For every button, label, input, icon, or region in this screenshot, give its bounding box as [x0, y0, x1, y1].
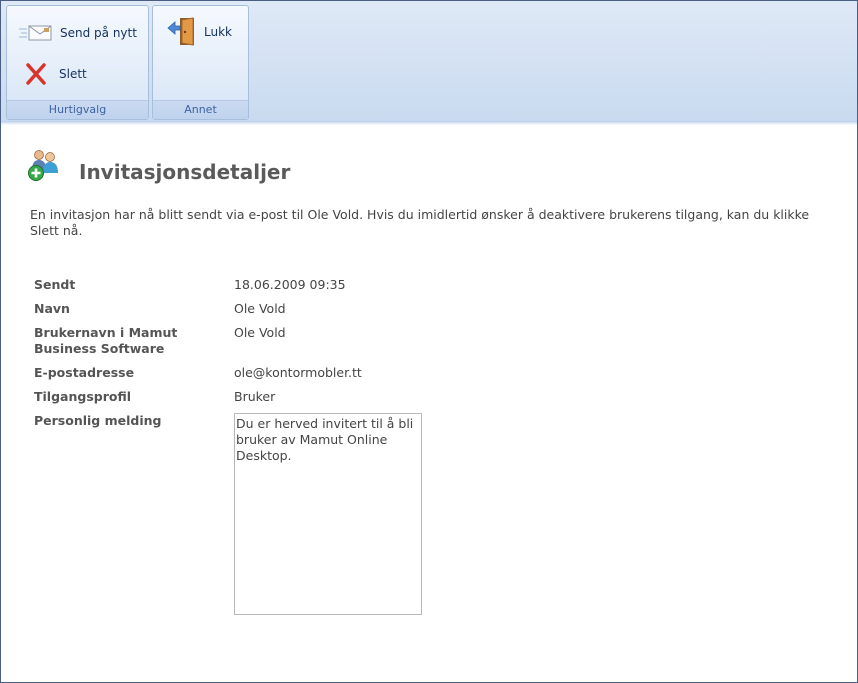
name-value: Ole Vold	[234, 301, 286, 316]
email-label: E-postadresse	[34, 365, 135, 380]
message-label: Personlig melding	[34, 413, 162, 428]
delete-button[interactable]: Slett	[24, 62, 87, 86]
ribbon-group-annet: Lukk Annet	[152, 5, 249, 120]
resend-button-label: Send på nytt	[60, 26, 137, 40]
red-x-icon	[24, 62, 48, 86]
ribbon-toolbar: Send på nytt Slett Hurtigvalg Lukk Annet	[1, 1, 857, 125]
username-value: Ole Vold	[234, 325, 286, 340]
close-button-label: Lukk	[204, 25, 232, 39]
group-label-annet: Annet	[153, 100, 248, 119]
door-exit-icon	[166, 16, 198, 48]
username-label: Brukernavn i Mamut Business Software	[34, 325, 178, 356]
intro-text: En invitasjon har nå blitt sendt via e-p…	[30, 207, 810, 238]
window: Send på nytt Slett Hurtigvalg Lukk Annet…	[0, 0, 858, 683]
page-title: Invitasjonsdetaljer	[79, 160, 291, 184]
close-button[interactable]: Lukk	[166, 16, 232, 48]
users-add-icon	[27, 148, 63, 186]
email-value: ole@kontormobler.tt	[234, 365, 362, 380]
sent-value: 18.06.2009 09:35	[234, 277, 346, 292]
delete-button-label: Slett	[59, 67, 87, 81]
group-label-hurtigvalg: Hurtigvalg	[7, 100, 148, 119]
name-label: Navn	[34, 301, 70, 316]
profile-label: Tilgangsprofil	[34, 389, 132, 404]
ribbon-group-hurtigvalg: Send på nytt Slett Hurtigvalg	[6, 5, 149, 120]
envelope-icon	[19, 24, 53, 42]
sent-label: Sendt	[34, 277, 76, 292]
personal-message-textarea[interactable]: Du er herved invitert til å bli bruker a…	[234, 413, 422, 615]
profile-value: Bruker	[234, 389, 276, 404]
resend-button[interactable]: Send på nytt	[19, 24, 137, 42]
